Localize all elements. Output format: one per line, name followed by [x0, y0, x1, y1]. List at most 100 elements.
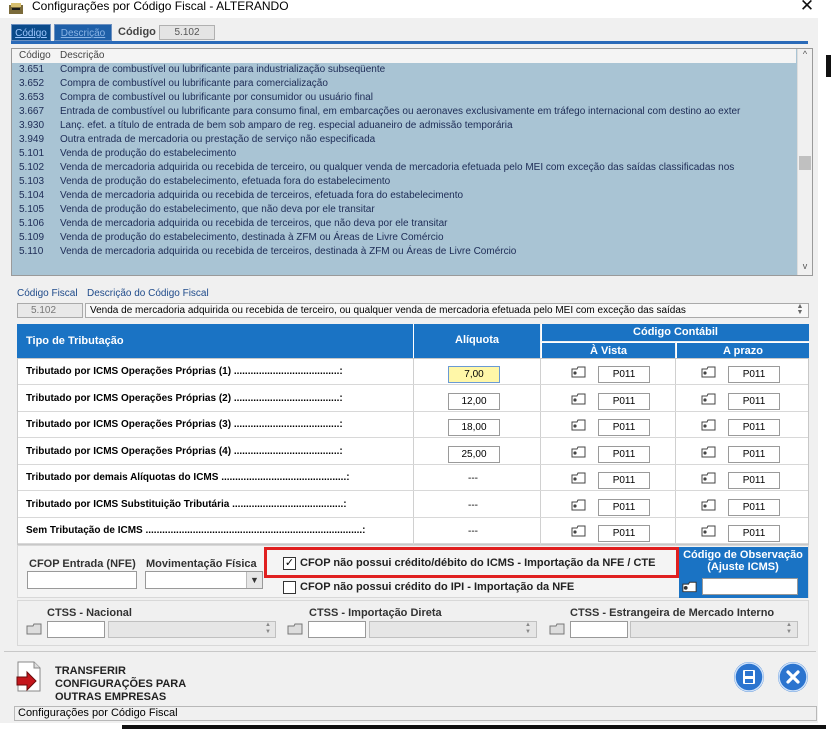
list-item[interactable]: 5.104 Venda de mercadoria adquirida ou re… [12, 189, 796, 203]
folder-icon[interactable] [701, 365, 717, 379]
scroll-up-icon[interactable]: ^ [797, 49, 812, 63]
list-item-code: 5.104 [19, 190, 45, 201]
table-row: Tributado por ICMS Operações Próprias (4… [18, 439, 808, 465]
codigo-a-prazo-input[interactable]: P011 [728, 472, 780, 489]
folder-icon[interactable] [701, 471, 717, 485]
header-codigo-contabil: Código Contábil [541, 324, 809, 341]
transfer-settings-label: TRANSFERIR CONFIGURAÇÕES PARA OUTRAS EMP… [55, 665, 186, 703]
chevron-down-icon[interactable]: ▼ [246, 572, 262, 588]
observacao-input[interactable] [702, 578, 798, 595]
status-bar: Configurações por Código Fiscal [14, 706, 817, 721]
list-item[interactable]: 5.110 Venda de mercadoria adquirida ou re… [12, 245, 796, 259]
ctss-nacional-description [108, 621, 276, 638]
list-item-description: Venda de produção do estabelecimento [60, 148, 237, 159]
codigo-a-prazo-input[interactable]: P011 [728, 366, 780, 383]
fiscal-description-label: Descrição do Código Fiscal [87, 288, 209, 299]
folder-icon[interactable] [571, 498, 587, 512]
scroll-down-icon[interactable]: v [797, 261, 812, 275]
list-item[interactable]: 5.109 Venda de produção do estabeleciment… [12, 231, 796, 245]
codigo-a-prazo-input[interactable]: P011 [728, 392, 780, 410]
folder-icon[interactable] [571, 418, 587, 432]
exit-icon [778, 662, 808, 692]
folder-icon[interactable] [571, 392, 587, 406]
header-a-prazo: A prazo [676, 342, 809, 358]
tax-type-label: Tributado por demais Alíquotas do ICMS .… [26, 472, 350, 483]
folder-icon[interactable] [571, 365, 587, 379]
codigo-a-prazo-input[interactable]: P011 [728, 419, 780, 436]
codigo-a-prazo-input[interactable]: P011 [728, 445, 780, 463]
list-item[interactable]: 3.949 Outra entrada de mercadoria ou pres… [12, 133, 796, 147]
codigo-a-prazo-input[interactable]: P011 [728, 525, 780, 542]
table-row: Tributado por ICMS Operações Próprias (1… [18, 359, 808, 385]
description-spinner[interactable]: ▲ ▼ [793, 303, 807, 317]
list-item-description: Venda de produção do estabelecimento, qu… [60, 204, 375, 215]
list-item[interactable]: 5.105 Venda de produção do estabeleciment… [12, 203, 796, 217]
codigo-a-vista-input[interactable]: P011 [598, 525, 650, 542]
list-item-code: 3.653 [19, 92, 45, 103]
checkbox-sem-credito-icms[interactable]: ✓ [283, 557, 296, 570]
codigo-a-vista-input[interactable]: P011 [598, 472, 650, 489]
aliquota-value: --- [468, 499, 478, 511]
list-item[interactable]: 3.653 Compra de combustível ou lubrifican… [12, 91, 796, 105]
folder-icon[interactable] [681, 579, 698, 594]
ctss-importacao-label: CTSS - Importação Direta [309, 607, 442, 619]
ctss-estrangeira-input[interactable] [570, 621, 628, 638]
cfop-entrada-input[interactable] [27, 571, 137, 589]
list-item-description: Compra de combustível ou lubrificante pa… [60, 64, 386, 75]
codigo-a-vista-input[interactable]: P011 [598, 419, 650, 436]
exit-button[interactable] [778, 662, 808, 692]
fiscal-description-field[interactable]: Venda de mercadoria adquirida ou recebid… [85, 303, 809, 318]
header-a-vista: À Vista [541, 342, 675, 358]
tab-descricao[interactable]: Descrição [54, 24, 112, 41]
tab-codigo[interactable]: Código [11, 24, 51, 41]
folder-icon[interactable] [701, 498, 717, 512]
codigo-a-prazo-input[interactable]: P011 [728, 498, 780, 516]
codigo-a-vista-input[interactable]: P011 [598, 498, 650, 516]
header-aliquota: Alíquota [413, 324, 540, 358]
folder-icon[interactable] [548, 621, 566, 636]
aliquota-input[interactable]: 12,00 [448, 392, 500, 410]
folder-icon[interactable] [286, 621, 304, 636]
list-item-description: Venda de produção do estabelecimento, ef… [60, 176, 391, 187]
folder-icon[interactable] [701, 445, 717, 459]
tax-table: Tributado por ICMS Operações Próprias (1… [17, 358, 809, 545]
tax-type-label: Sem Tributação de ICMS .................… [26, 525, 366, 536]
arrow-right-icon[interactable] [14, 660, 46, 693]
ctss-nacional-input[interactable] [47, 621, 105, 638]
list-item[interactable]: 3.667 Entrada de combustível ou lubrifica… [12, 105, 796, 119]
list-item[interactable]: 3.930 Lanç. efet. a título de entrada de … [12, 119, 796, 133]
ctss-estrangeira-spinner[interactable]: ▲ ▼ [782, 622, 796, 637]
aliquota-input[interactable]: 18,00 [448, 419, 500, 436]
folder-icon[interactable] [571, 471, 587, 485]
checkbox-sem-credito-ipi-label: CFOP não possui crédito do IPI - Importa… [300, 581, 575, 593]
folder-icon[interactable] [571, 445, 587, 459]
save-button[interactable] [734, 662, 764, 692]
folder-icon[interactable] [571, 524, 587, 538]
aliquota-input[interactable]: 7,00 [448, 366, 500, 383]
list-item[interactable]: 5.101 Venda de produção do estabeleciment… [12, 147, 796, 161]
close-icon[interactable]: ✕ [796, 0, 818, 16]
scroll-thumb[interactable] [799, 156, 811, 170]
list-item[interactable]: 5.102 Venda de mercadoria adquirida ou re… [12, 161, 796, 175]
search-code-input[interactable]: 5.102 [159, 25, 215, 40]
list-item[interactable]: 3.651 Compra de combustível ou lubrifican… [12, 63, 796, 77]
codigo-a-vista-input[interactable]: P011 [598, 366, 650, 383]
folder-icon[interactable] [25, 621, 43, 636]
folder-icon[interactable] [701, 392, 717, 406]
codigo-a-vista-input[interactable]: P011 [598, 392, 650, 410]
ctss-importacao-spinner[interactable]: ▲ ▼ [521, 622, 535, 637]
transfer-settings-button[interactable]: TRANSFERIR CONFIGURAÇÕES PARA OUTRAS EMP… [55, 665, 225, 704]
cfop-list[interactable]: Código Descrição 3.651 Compra de combustí… [11, 48, 813, 276]
folder-icon[interactable] [701, 418, 717, 432]
folder-icon[interactable] [701, 524, 717, 538]
ctss-nacional-spinner[interactable]: ▲ ▼ [261, 622, 275, 637]
list-item[interactable]: 5.103 Venda de produção do estabeleciment… [12, 175, 796, 189]
aliquota-input[interactable]: 25,00 [448, 445, 500, 463]
list-item[interactable]: 5.106 Venda de mercadoria adquirida ou re… [12, 217, 796, 231]
ctss-importacao-input[interactable] [308, 621, 366, 638]
list-item[interactable]: 3.652 Compra de combustível ou lubrifican… [12, 77, 796, 91]
checkbox-sem-credito-ipi[interactable] [283, 581, 296, 594]
tab-rule [11, 41, 808, 44]
app-icon [9, 3, 23, 14]
codigo-a-vista-input[interactable]: P011 [598, 445, 650, 463]
